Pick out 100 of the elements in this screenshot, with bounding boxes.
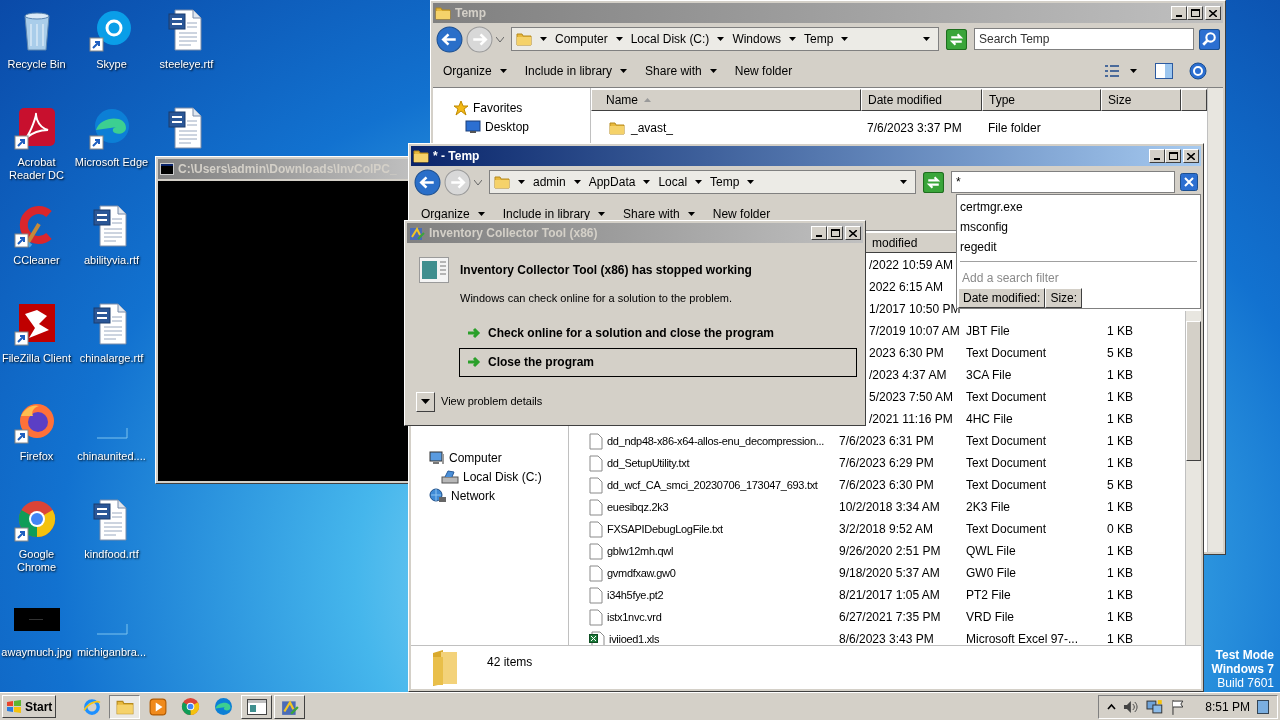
breadcrumb-item[interactable]: Windows	[732, 30, 782, 48]
column-header[interactable]: Name	[591, 89, 861, 111]
suggestion-item[interactable]: certmgr.exe	[957, 197, 1200, 217]
breadcrumb-item[interactable]: Computer	[555, 30, 608, 48]
file-name[interactable]: dd_ndp48-x86-x64-allos-enu_decompression...	[607, 432, 825, 450]
search-field[interactable]: Search Temp	[974, 28, 1194, 50]
filter-button[interactable]: Size:	[1045, 288, 1083, 308]
close-icon	[1209, 9, 1217, 17]
desktop-shortcut[interactable]: chinaunited....	[74, 392, 149, 490]
filter-button[interactable]: Date modified:	[958, 288, 1046, 308]
option-link[interactable]: Close the program	[459, 347, 857, 377]
toolbar-button[interactable]: New folder	[712, 205, 771, 223]
file-icon	[589, 432, 603, 450]
file-name[interactable]: FXSAPIDebugLogFile.txt	[607, 520, 723, 538]
column-header[interactable]: Type	[982, 89, 1101, 111]
desktop-shortcut[interactable]: awaymuch.jpg	[0, 588, 74, 686]
file-type: QWL File	[966, 544, 1016, 558]
nav-item[interactable]: Desktop	[465, 117, 590, 136]
maximize-button[interactable]	[1187, 6, 1203, 20]
breadcrumb-item[interactable]: Local Disk (C:)	[630, 30, 710, 48]
toolbar-button[interactable]: Share with	[623, 205, 695, 223]
address-bar[interactable]: admin AppData Local Temp	[489, 170, 916, 194]
breadcrumb-item[interactable]: AppData	[588, 173, 636, 191]
caret-icon	[518, 180, 525, 184]
nav-item[interactable]: Favorites	[453, 98, 590, 117]
desktop-shortcut[interactable]: Recycle Bin	[0, 0, 74, 98]
desktop-shortcut[interactable]: CCleaner	[0, 196, 74, 294]
file-name[interactable]: dd_wcf_CA_smci_20230706_173047_693.txt	[607, 476, 818, 494]
file-name[interactable]: euesibqz.2k3	[607, 498, 669, 516]
suggestion-item[interactable]: regedit	[957, 237, 1200, 257]
file-name[interactable]: istx1nvc.vrd	[607, 608, 662, 626]
history-button[interactable]	[474, 179, 482, 185]
clear-search-button[interactable]	[1180, 173, 1198, 191]
desktop-shortcut[interactable]: steeleye.rtf	[149, 0, 224, 98]
desktop-shortcut[interactable]: Acrobat Reader DC	[0, 98, 74, 196]
start-button[interactable]: Start	[2, 695, 57, 718]
minimize-button[interactable]	[811, 226, 827, 240]
desktop-shortcut[interactable]: Microsoft Edge	[74, 98, 149, 196]
desktop-shortcut[interactable]: kindfood.rtf	[74, 490, 149, 588]
nav-item[interactable]: Computer	[429, 448, 568, 467]
desktop-shortcut[interactable]: Skype	[74, 0, 149, 98]
option-link[interactable]: Check online for a solution and close the program	[459, 318, 857, 348]
toolbar-button[interactable]: Organize	[443, 62, 507, 80]
search-field[interactable]: *	[951, 171, 1175, 193]
view-button[interactable]	[1104, 64, 1137, 78]
refresh-icon	[946, 28, 967, 50]
breadcrumb-item[interactable]: Local	[658, 173, 688, 191]
maximize-button[interactable]	[827, 226, 843, 240]
desktop-shortcut[interactable]: FileZilla Client	[0, 294, 74, 392]
toolbar-button[interactable]: Include in library	[502, 205, 606, 223]
maximize-button[interactable]	[1165, 149, 1181, 163]
file-name[interactable]: i34h5fye.pt2	[607, 586, 664, 604]
desktop-shortcut[interactable]: michiganbra...	[74, 588, 149, 686]
close-button[interactable]	[845, 226, 861, 240]
close-button[interactable]	[1205, 6, 1221, 20]
expand-button[interactable]	[416, 391, 435, 412]
history-button[interactable]	[496, 36, 504, 42]
pane-icon	[1155, 63, 1173, 79]
file-name[interactable]: dd_SetupUtility.txt	[607, 454, 690, 472]
minimize-button[interactable]	[1171, 6, 1187, 20]
date-modified: 5/2023 7:50 AM	[869, 390, 954, 404]
nav-item[interactable]: Network	[429, 486, 568, 505]
refresh-button[interactable]	[923, 171, 944, 193]
file-name[interactable]: iviioed1.xls	[609, 630, 660, 645]
details-label[interactable]: View problem details	[441, 393, 543, 410]
close-icon	[1187, 152, 1195, 160]
help-button[interactable]	[1189, 62, 1207, 80]
toolbar-button[interactable]: Organize	[421, 205, 485, 223]
browser-icon	[181, 697, 201, 716]
nav-item[interactable]: Local Disk (C:)	[441, 467, 568, 486]
close-button[interactable]	[1183, 149, 1199, 163]
toolbar-button[interactable]: Share with	[645, 62, 717, 80]
suggestion-item[interactable]: msconfig	[957, 217, 1200, 237]
file-type: Text Document	[966, 456, 1047, 470]
show-desktop-button[interactable]	[1257, 699, 1269, 714]
minimize-icon	[1176, 15, 1182, 17]
desktop-shortcut[interactable]: chinalarge.rtf	[74, 294, 149, 392]
caret-icon	[717, 37, 725, 41]
breadcrumb-item[interactable]: Temp	[710, 173, 740, 191]
show-hidden-icons-button[interactable]	[1107, 702, 1116, 711]
search-button[interactable]	[1199, 28, 1220, 50]
file-name[interactable]: gblw12mh.qwl	[607, 542, 674, 560]
back-button[interactable]	[414, 168, 441, 196]
minimize-button[interactable]	[1149, 149, 1165, 163]
file-name[interactable]: _avast_	[631, 119, 674, 137]
address-bar[interactable]: Computer Local Disk (C:) Windows Temp	[511, 27, 939, 51]
desktop-shortcut[interactable]: Google Chrome	[0, 490, 74, 588]
back-button[interactable]	[436, 25, 463, 53]
breadcrumb-item[interactable]: admin	[533, 173, 566, 191]
column-header[interactable]: Date modified	[861, 89, 982, 111]
preview-pane-button[interactable]	[1155, 63, 1173, 79]
file-name[interactable]: gvmdfxaw.gw0	[607, 564, 676, 582]
breadcrumb-item[interactable]: Temp	[804, 30, 834, 48]
refresh-button[interactable]	[946, 28, 967, 50]
toolbar-button[interactable]: Include in library	[524, 62, 628, 80]
desktop-shortcut[interactable]: abilityvia.rtf	[74, 196, 149, 294]
toolbar-button[interactable]: New folder	[734, 62, 793, 80]
column-header[interactable]: Size	[1101, 89, 1181, 111]
desktop-shortcut[interactable]: Firefox	[0, 392, 74, 490]
sort-icon	[644, 98, 651, 102]
